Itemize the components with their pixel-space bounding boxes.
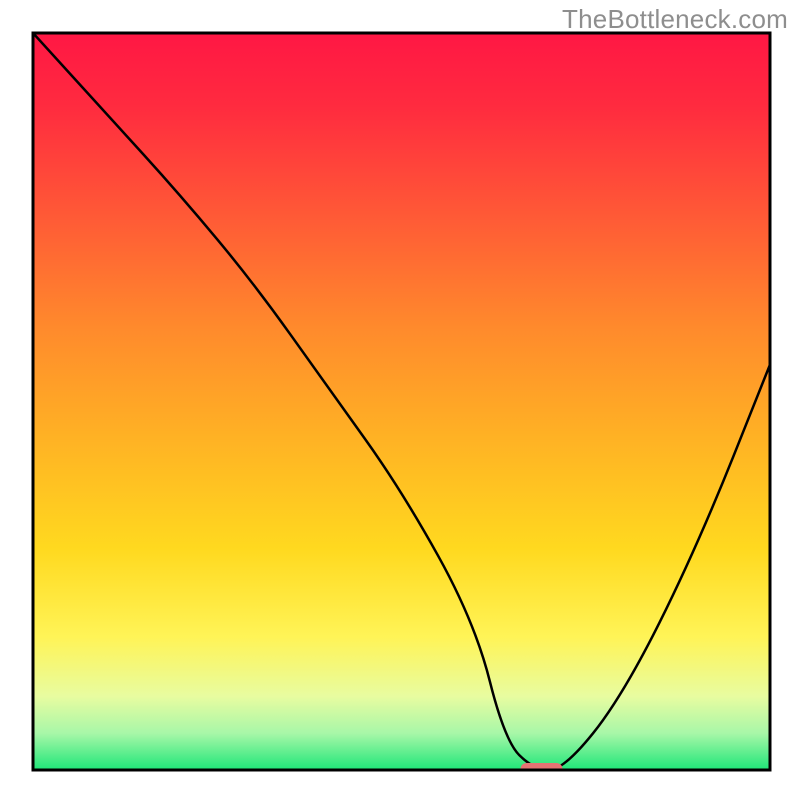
gradient-background: [33, 33, 770, 770]
chart-stage: TheBottleneck.com: [0, 0, 800, 800]
watermark-text: TheBottleneck.com: [562, 4, 788, 35]
chart-svg: [0, 0, 800, 800]
